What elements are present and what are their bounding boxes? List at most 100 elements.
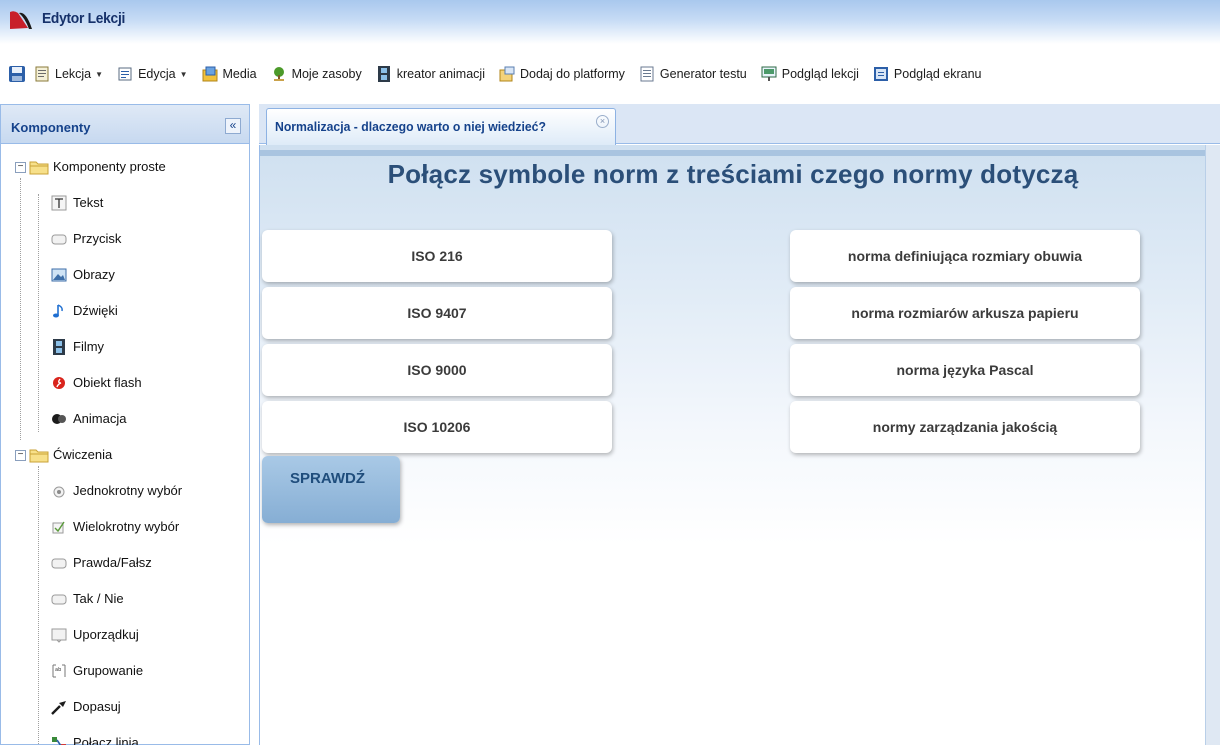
- my-resources-button[interactable]: Moje zasoby: [271, 66, 362, 82]
- tree-item-label: Jednokrotny wybór: [73, 483, 183, 498]
- folder-icon: [29, 449, 49, 463]
- tree-item-label: Dopasuj: [73, 699, 121, 714]
- order-icon: [51, 628, 67, 643]
- edit-menu[interactable]: Edycja ▼: [117, 66, 188, 82]
- music-note-icon: [53, 304, 63, 318]
- tab-strip: Normalizacja - dlaczego warto o niej wie…: [259, 104, 1220, 145]
- right-card-1[interactable]: norma definiująca rozmiary obuwia: [790, 230, 1140, 282]
- my-resources-label: Moje zasoby: [291, 67, 362, 81]
- media-button[interactable]: Media: [202, 66, 257, 82]
- match-icon: [51, 701, 66, 715]
- lesson-preview-label: Podgląd lekcji: [781, 67, 859, 81]
- svg-text:ab: ab: [55, 667, 61, 673]
- tree-item-order[interactable]: Uporządkuj: [1, 626, 249, 662]
- animation-icon: [52, 414, 66, 424]
- tree-item-label: Wielokrotny wybór: [73, 519, 180, 534]
- edit-menu-label: Edycja: [138, 67, 176, 81]
- tree-item-match[interactable]: Dopasuj: [1, 698, 249, 734]
- lesson-preview-button[interactable]: Podgląd lekcji: [761, 66, 859, 82]
- tab-normalization[interactable]: Normalizacja - dlaczego warto o niej wie…: [266, 108, 616, 145]
- test-generator-label: Generator testu: [659, 67, 747, 81]
- components-panel-header: Komponenty «: [1, 104, 249, 144]
- app-logo-icon: [10, 11, 32, 30]
- chevron-down-icon: ▼: [95, 69, 104, 79]
- left-card-1[interactable]: ISO 216: [262, 230, 612, 282]
- lesson-icon: [35, 66, 49, 82]
- animation-creator-label: kreator animacji: [396, 67, 485, 81]
- film-icon: [377, 66, 390, 82]
- tree-item-sounds[interactable]: Dźwięki: [1, 302, 249, 338]
- tree-item-flash-object[interactable]: Obiekt flash: [1, 374, 249, 410]
- collapse-toggle-icon[interactable]: −: [15, 450, 26, 461]
- add-to-platform-label: Dodaj do platformy: [519, 67, 625, 81]
- lesson-canvas: Połącz symbole norm z treściami czego no…: [259, 145, 1206, 745]
- screen-icon: [873, 67, 888, 81]
- media-label: Media: [222, 67, 257, 81]
- toolbar: Lekcja ▼ Edycja ▼ Media Moje zasoby kreato…: [0, 58, 1220, 90]
- tree-item-button[interactable]: Przycisk: [1, 230, 249, 266]
- connect-icon: [52, 737, 66, 745]
- tree-item-single-choice[interactable]: Jednokrotny wybór: [1, 482, 249, 518]
- tree-item-grouping[interactable]: ab Grupowanie: [1, 662, 249, 698]
- true-false-icon: [51, 558, 67, 569]
- tree-item-label: Filmy: [73, 339, 105, 354]
- tree-item-yes-no[interactable]: Tak / Nie: [1, 590, 249, 626]
- right-card-3[interactable]: norma języka Pascal: [790, 344, 1140, 396]
- right-card-4[interactable]: normy zarządzania jakością: [790, 401, 1140, 453]
- tree-item-label: Dźwięki: [73, 303, 118, 318]
- tree-item-label: Uporządkuj: [73, 627, 139, 642]
- image-icon: [51, 268, 67, 282]
- window-title: Edytor Lekcji: [42, 10, 126, 27]
- test-generator-button[interactable]: Generator testu: [639, 66, 747, 82]
- tree-item-animation[interactable]: Animacja: [1, 410, 249, 446]
- test-icon: [640, 66, 654, 82]
- folder-icon: [29, 161, 49, 175]
- close-icon[interactable]: ×: [596, 115, 609, 128]
- button-icon: [51, 234, 67, 245]
- collapse-panel-button[interactable]: «: [225, 118, 241, 134]
- tree-item-label: Połącz linią: [73, 735, 139, 745]
- tree-item-label: Obrazy: [73, 267, 115, 282]
- components-tree: − Komponenty proste Tekst Przycisk Obraz…: [1, 144, 249, 745]
- left-card-2[interactable]: ISO 9407: [262, 287, 612, 339]
- tree-folder-simple-components[interactable]: − Komponenty proste: [1, 158, 249, 194]
- canvas-top-border: [260, 150, 1206, 156]
- left-card-3[interactable]: ISO 9000: [262, 344, 612, 396]
- flash-icon: [53, 377, 65, 389]
- add-to-platform-button[interactable]: Dodaj do platformy: [499, 66, 625, 82]
- tree-item-images[interactable]: Obrazy: [1, 266, 249, 302]
- tree-item-connect-line[interactable]: Połącz linią: [1, 734, 249, 745]
- components-panel-title: Komponenty: [11, 120, 91, 135]
- lesson-menu[interactable]: Lekcja ▼: [34, 66, 103, 82]
- screen-preview-label: Podgląd ekranu: [893, 67, 982, 81]
- lesson-menu-label: Lekcja: [55, 67, 92, 81]
- tree-item-films[interactable]: Filmy: [1, 338, 249, 374]
- tree-item-true-false[interactable]: Prawda/Fałsz: [1, 554, 249, 590]
- right-card-2[interactable]: norma rozmiarów arkusza papieru: [790, 287, 1140, 339]
- tree-folder-label: Komponenty proste: [53, 159, 166, 174]
- text-icon: [51, 195, 67, 211]
- save-icon[interactable]: [8, 65, 26, 83]
- chevron-down-icon: ▼: [179, 69, 188, 79]
- grouping-icon: ab: [52, 664, 66, 678]
- tree-item-text[interactable]: Tekst: [1, 194, 249, 230]
- resources-icon: [273, 67, 284, 81]
- tree-item-label: Przycisk: [73, 231, 122, 246]
- components-panel: Komponenty « − Komponenty proste Tekst P…: [0, 104, 250, 745]
- title-bar: Edytor Lekcji: [0, 0, 1220, 44]
- checkbox-icon: [52, 521, 65, 534]
- animation-creator-button[interactable]: kreator animacji: [376, 66, 485, 82]
- screen-preview-button[interactable]: Podgląd ekranu: [873, 66, 982, 82]
- tree-item-label: Animacja: [73, 411, 127, 426]
- tab-label: Normalizacja - dlaczego warto o niej wie…: [275, 119, 546, 134]
- radio-icon: [53, 486, 65, 498]
- left-card-4[interactable]: ISO 10206: [262, 401, 612, 453]
- tree-item-label: Grupowanie: [73, 663, 144, 678]
- exercise-heading: Połącz symbole norm z treściami czego no…: [387, 159, 1079, 189]
- check-button[interactable]: SPRAWDŹ: [262, 456, 400, 523]
- tree-item-multiple-choice[interactable]: Wielokrotny wybór: [1, 518, 249, 554]
- edit-icon: [118, 67, 132, 81]
- tree-folder-exercises[interactable]: − Ćwiczenia: [1, 446, 249, 482]
- collapse-toggle-icon[interactable]: −: [15, 162, 26, 173]
- media-icon: [202, 66, 218, 82]
